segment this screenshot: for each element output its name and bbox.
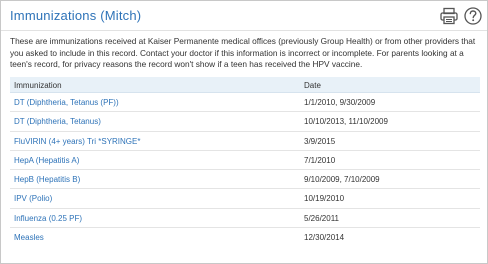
table-row: Influenza (0.25 PF) 5/26/2011 [10, 209, 480, 229]
table-row: DT (Diphtheria, Tetanus (PF)) 1/1/2010, … [10, 93, 480, 113]
table-row: HepA (Hepatitis A) 7/1/2010 [10, 151, 480, 171]
question-icon[interactable] [463, 6, 483, 26]
immunization-link[interactable]: Measles [14, 233, 44, 242]
table-row: Measles 12/30/2014 [10, 228, 480, 247]
page-title: Immunizations (Mitch) [10, 8, 142, 23]
immunization-date: 10/10/2013, 11/10/2009 [304, 117, 388, 127]
column-header-date: Date [304, 81, 321, 90]
immunization-link[interactable]: DT (Diphtheria, Tetanus (PF)) [14, 98, 119, 107]
immunization-date: 1/1/2010, 9/30/2009 [304, 98, 376, 107]
immunization-link[interactable]: HepA (Hepatitis A) [14, 156, 79, 165]
immunization-table: Immunization Date DT (Diphtheria, Tetanu… [10, 77, 480, 247]
immunization-date: 12/30/2014 [304, 233, 345, 243]
printer-icon[interactable] [439, 6, 459, 26]
table-row: DT (Diphtheria, Tetanus) 10/10/2013, 11/… [10, 112, 480, 132]
table-row: FluVIRIN (4+ years) Tri *SYRINGE* 3/9/20… [10, 132, 480, 151]
immunization-date: 7/1/2010 [304, 155, 336, 165]
immunization-link[interactable]: FluVIRIN (4+ years) Tri *SYRINGE* [14, 137, 140, 146]
table-header: Immunization Date [10, 77, 480, 93]
table-row: HepB (Hepatitis B) 9/10/2009, 7/10/2009 [10, 170, 480, 190]
table-row: IPV (Polio) 10/19/2010 [10, 189, 480, 209]
immunization-date: 10/19/2010 [304, 194, 345, 204]
immunization-link[interactable]: IPV (Polio) [14, 194, 52, 203]
immunization-date: 9/10/2009, 7/10/2009 [304, 175, 380, 185]
intro-text: These are immunizations received at Kais… [10, 36, 476, 70]
immunization-link[interactable]: HepB (Hepatitis B) [14, 175, 80, 184]
immunization-date: 5/26/2011 [304, 213, 339, 223]
column-header-immunization: Immunization [14, 81, 62, 90]
panel-header: Immunizations (Mitch) [1, 1, 487, 31]
immunization-link[interactable]: Influenza (0.25 PF) [14, 214, 82, 223]
immunization-link[interactable]: DT (Diphtheria, Tetanus) [14, 117, 101, 126]
immunizations-panel: Immunizations (Mitch) These are immuniza… [0, 0, 488, 264]
immunization-date: 3/9/2015 [304, 136, 336, 146]
